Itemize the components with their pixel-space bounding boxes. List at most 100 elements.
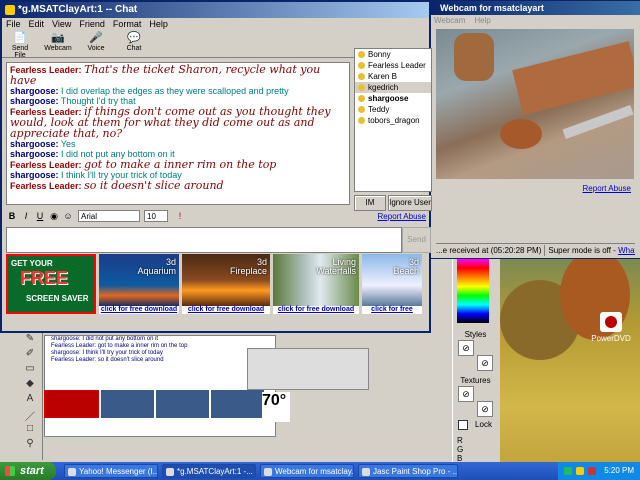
textures-label: Textures (460, 376, 491, 385)
user-list-item[interactable]: Fearless Leader (355, 60, 431, 71)
chat-icon: 💬 (127, 32, 141, 44)
user-list-item[interactable]: kgedrich (355, 82, 431, 93)
underline-button[interactable]: U (34, 210, 46, 222)
task-yahoo-messenger[interactable]: Yahoo! Messenger (I... (64, 464, 158, 478)
webcam-report-abuse-link[interactable]: Report Abuse (583, 184, 631, 193)
bold-button[interactable]: B (6, 210, 18, 222)
chat-menu-help[interactable]: Help (149, 18, 168, 31)
send-file-button[interactable]: 📄 Send File (6, 31, 34, 59)
font-select[interactable]: Arial (78, 210, 140, 222)
dropper-icon[interactable]: ⚲ (23, 438, 37, 450)
webcam-title[interactable]: Webcam for msatclayart (430, 1, 640, 15)
webcam-status-bar: ...e received at (05:20:28 PM) Super mode… (436, 243, 635, 257)
message-sender: Fearless Leader: (10, 181, 82, 191)
chat-report-abuse-link[interactable]: Report Abuse (378, 212, 426, 221)
ad-download-link[interactable]: click for free download (99, 306, 179, 314)
ad-caption: 3d Aquarium (137, 257, 176, 276)
ad-download-link[interactable]: click for free download (182, 306, 270, 314)
screensaver-ad[interactable]: GET YOUR FREE SCREEN SAVER (6, 254, 96, 314)
message-text: Yes (60, 139, 76, 149)
chat-menu-friend[interactable]: Friend (79, 18, 105, 31)
styles-label: Styles (464, 330, 487, 339)
user-list-item[interactable]: Bonny (355, 49, 431, 60)
task-paint-shop-pro[interactable]: Jasc Paint Shop Pro - ... (358, 464, 458, 478)
webcam-feed (436, 29, 634, 179)
webcam-button[interactable]: 📷 Webcam (44, 31, 72, 57)
g-label: G (457, 445, 464, 454)
tray-icon[interactable] (564, 467, 572, 475)
send-button[interactable]: Send (402, 227, 431, 253)
r-label: R (457, 436, 463, 445)
chat-titlebar[interactable]: *g.MSATClayArt:1 -- Chat (2, 2, 429, 18)
ad-download-link[interactable]: click for free download (273, 306, 359, 314)
tray-icon[interactable] (588, 467, 596, 475)
chat-menu-view[interactable]: View (52, 18, 71, 31)
clock: 5:20 PM (604, 466, 634, 475)
toolbar-label: Webcam (44, 45, 72, 52)
penny (500, 119, 542, 149)
webcam-menu-help[interactable]: Help (474, 16, 490, 25)
style-swatch[interactable]: ⊘ (477, 355, 493, 371)
chat-button[interactable]: 💬 Chat (120, 31, 148, 57)
chat-window: *g.MSATClayArt:1 -- Chat File Edit View Fri… (0, 0, 432, 333)
chat-menu-edit[interactable]: Edit (29, 18, 45, 31)
voice-button[interactable]: 🎤 Voice (82, 31, 110, 57)
tray-icon[interactable] (576, 467, 584, 475)
style-swatch[interactable]: ⊘ (458, 340, 474, 356)
chat-menu-file[interactable]: File (6, 18, 21, 31)
waterfalls-ad[interactable]: Living Waterfalls click for free download (273, 254, 359, 314)
beach-ad[interactable]: 3dBeach click for free download (362, 254, 422, 314)
user-list[interactable]: Bonny Fearless Leader Karen Bkgedrich sharg… (354, 48, 432, 192)
ad-caption: Living Waterfalls (316, 257, 356, 276)
font-size-select[interactable]: 10 (144, 210, 168, 222)
aquarium-ad[interactable]: 3d Aquarium click for free download (99, 254, 179, 314)
shape-tool-icon[interactable]: □ (23, 423, 37, 435)
ad-download-link[interactable]: click for free download (362, 306, 422, 314)
task-chat-window[interactable]: *g.MSATClayArt:1 -... (162, 464, 256, 478)
super-mode-text: Super mode is off - (548, 246, 616, 255)
start-button[interactable]: start (0, 462, 56, 480)
psp-toolbox: ✎ ✐ ▭ ◆ A ／ □ ⚲ (18, 330, 43, 460)
bg-chat-line: shargoose: I think I'll try your trick o… (51, 350, 163, 356)
color-spectrum[interactable] (457, 259, 489, 323)
whats-this-link[interactable]: What's this? (618, 246, 635, 255)
powerdvd-desktop-icon[interactable]: PowerDVD (591, 312, 631, 343)
psp-materials-palette: Styles ⊘ ⊘ Textures ⊘ ⊘ Lock R G B (452, 255, 498, 463)
fireplace-ad[interactable]: 3d Fireplace click for free download (182, 254, 270, 314)
format-bar: B I U ◉ ☺ Arial 10 ! Report Abuse (6, 209, 426, 225)
texture-swatch[interactable]: ⊘ (477, 401, 493, 417)
brush-icon[interactable]: ✎ (23, 333, 37, 345)
chat-menu-format[interactable]: Format (113, 18, 142, 31)
user-list-item[interactable]: shargoose (355, 93, 431, 104)
user-list-item[interactable]: Teddy (355, 104, 431, 115)
buzz-icon[interactable]: ! (174, 210, 186, 222)
user-list-item[interactable]: tobors_dragon (355, 115, 431, 126)
texture-swatch[interactable]: ⊘ (458, 386, 474, 402)
chat-message: shargoose: Yes (10, 139, 346, 149)
fill-icon[interactable]: ◆ (23, 378, 37, 390)
bg-big-text: 70° (262, 392, 290, 422)
line-tool-icon[interactable]: ／ (23, 408, 37, 423)
webcam-menu-webcam[interactable]: Webcam (434, 16, 465, 25)
eraser-icon[interactable]: ▭ (23, 363, 37, 375)
ads-strip: GET YOUR FREE SCREEN SAVER 3d Aquarium cl… (6, 254, 430, 314)
clay-pot (454, 33, 494, 81)
toolbar-label: Send File (11, 45, 29, 59)
desktop-icon-label: PowerDVD (591, 334, 631, 343)
message-input[interactable] (6, 227, 402, 253)
italic-button[interactable]: I (20, 210, 32, 222)
ad-line2: FREE (20, 268, 69, 288)
smiley-icon[interactable]: ☺ (62, 210, 74, 222)
user-list-item[interactable]: Karen B (355, 71, 431, 82)
chat-message: Fearless Leader: got to make a inner rim… (10, 159, 346, 170)
text-tool-icon[interactable]: A (23, 393, 37, 405)
taskbar: start Yahoo! Messenger (I... *g.MSATClay… (0, 462, 640, 480)
color-picker-icon[interactable]: ◉ (48, 210, 60, 222)
chat-message: shargoose: I did overlap the edges as th… (10, 86, 346, 96)
message-sender: shargoose: (10, 149, 59, 159)
message-sender: Fearless Leader: (10, 160, 82, 170)
task-webcam-window[interactable]: Webcam for msatclay... (260, 464, 354, 478)
brush-icon[interactable]: ✐ (23, 348, 37, 360)
webcam-menubar: Webcam Help (430, 15, 640, 27)
chat-messages[interactable]: Fearless Leader: That's the ticket Sharo… (6, 62, 350, 205)
